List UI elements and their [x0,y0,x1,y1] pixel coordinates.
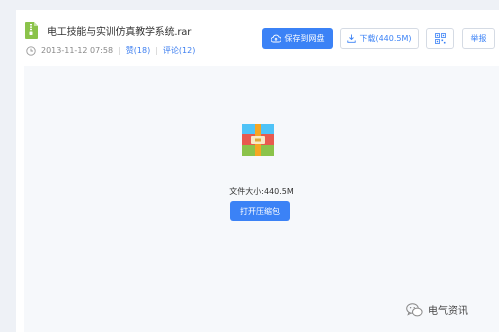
download-label: 下载(440.5M) [359,34,412,43]
file-size-text: 文件大小:440.5M [229,187,294,196]
cloud-save-icon [270,34,281,43]
meta-divider: | [118,46,121,55]
likes-link[interactable]: 赞(18) [126,45,150,56]
meta-divider: | [155,46,158,55]
zip-file-icon [25,22,38,39]
download-icon [347,34,357,43]
save-to-cloud-button[interactable]: 保存到网盘 [262,28,333,49]
archive-preview: 文件大小:440.5M 打开压缩包 [24,66,499,332]
report-button[interactable]: 举报 [462,28,495,49]
file-meta: 2013-11-12 07:58 | 赞(18) | 评论(12) [26,45,195,56]
file-header: 电工技能与实训仿真教学系统.rar 2013-11-12 07:58 | 赞(1… [16,10,499,66]
clock-icon [26,45,36,56]
file-card: 电工技能与实训仿真教学系统.rar 2013-11-12 07:58 | 赞(1… [16,10,499,332]
comments-link[interactable]: 评论(12) [163,45,195,56]
open-archive-button[interactable]: 打开压缩包 [230,201,290,221]
save-label: 保存到网盘 [284,34,325,43]
download-button[interactable]: 下载(440.5M) [340,28,419,49]
watermark-text: 电气资讯 [428,306,468,317]
archive-icon [242,124,274,156]
wechat-icon [406,302,423,316]
wechat-watermark: 电气资讯 [406,302,468,317]
qr-code-button[interactable] [426,28,454,49]
file-datetime: 2013-11-12 07:58 [41,46,114,55]
file-title: 电工技能与实训仿真教学系统.rar [47,27,192,38]
qr-code-icon [434,33,446,44]
